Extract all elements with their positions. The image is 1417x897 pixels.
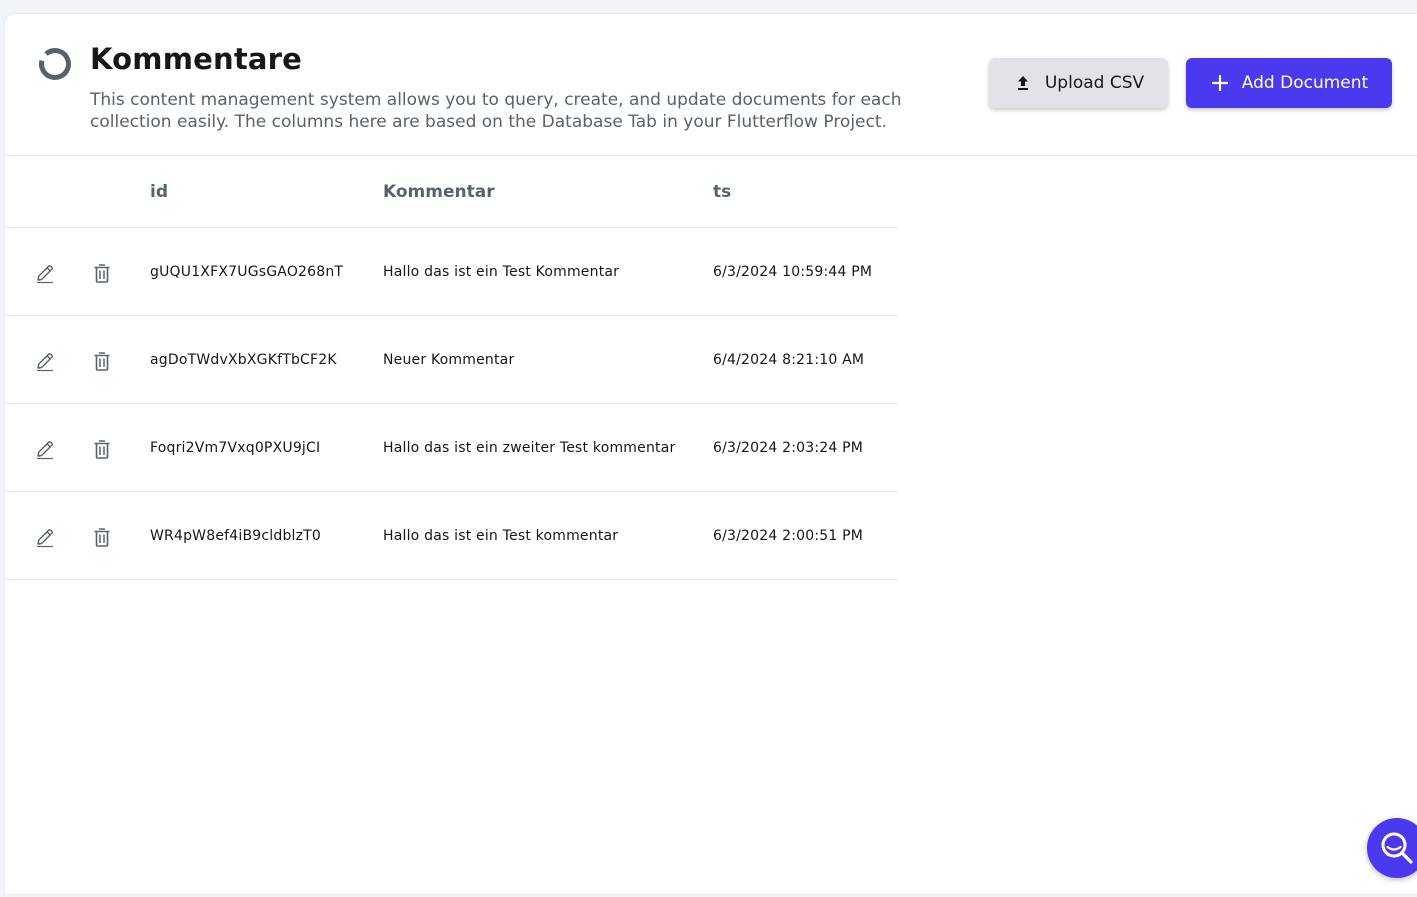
edit-icon[interactable] xyxy=(34,526,56,548)
plus-icon xyxy=(1210,73,1230,93)
table-header: id Kommentar ts xyxy=(5,156,898,228)
upload-csv-label: Upload CSV xyxy=(1044,73,1145,93)
edit-icon[interactable] xyxy=(34,350,56,372)
cell-ts: 6/4/2024 8:21:10 AM xyxy=(713,352,865,368)
cell-kommentar: Hallo das ist ein Test Kommentar xyxy=(383,264,620,280)
trash-icon[interactable] xyxy=(91,526,113,548)
upload-csv-button[interactable]: Upload CSV xyxy=(989,58,1168,108)
page-description: This content management system allows yo… xyxy=(90,90,902,132)
search-icon xyxy=(1381,832,1413,864)
cell-kommentar: Neuer Kommentar xyxy=(383,352,515,368)
table-row[interactable]: WR4pW8ef4iB9cldblzT0 Hallo das ist ein T… xyxy=(5,492,898,580)
trash-icon[interactable] xyxy=(91,438,113,460)
upload-icon xyxy=(1013,73,1033,93)
add-document-button[interactable]: Add Document xyxy=(1186,58,1392,108)
trash-icon[interactable] xyxy=(91,262,113,284)
documents-table: id Kommentar ts gUQU1XFX7UGsGAO268nT Hal… xyxy=(5,156,898,580)
page-header: Kommentare This content management syste… xyxy=(5,14,1417,156)
edit-icon[interactable] xyxy=(34,262,56,284)
column-header-id[interactable]: id xyxy=(150,182,168,202)
table-row[interactable]: agDoTWdvXbXGKfTbCF2K Neuer Kommentar 6/4… xyxy=(5,316,898,404)
cell-id: gUQU1XFX7UGsGAO268nT xyxy=(150,264,344,280)
cell-id: agDoTWdvXbXGKfTbCF2K xyxy=(150,352,337,368)
cell-id: Foqri2Vm7Vxq0PXU9jCI xyxy=(150,440,321,456)
table-row[interactable]: Foqri2Vm7Vxq0PXU9jCI Hallo das ist ein z… xyxy=(5,404,898,492)
cell-ts: 6/3/2024 10:59:44 PM xyxy=(713,264,873,280)
cell-kommentar: Hallo das ist ein Test kommentar xyxy=(383,528,619,544)
add-document-label: Add Document xyxy=(1241,73,1369,93)
loading-circle-icon xyxy=(39,47,71,80)
cell-ts: 6/3/2024 2:03:24 PM xyxy=(713,440,864,456)
cell-id: WR4pW8ef4iB9cldblzT0 xyxy=(150,528,322,544)
trash-icon[interactable] xyxy=(91,350,113,372)
column-header-ts[interactable]: ts xyxy=(713,182,731,202)
column-header-kommentar[interactable]: Kommentar xyxy=(383,182,495,202)
cell-ts: 6/3/2024 2:00:51 PM xyxy=(713,528,864,544)
table-row[interactable]: gUQU1XFX7UGsGAO268nT Hallo das ist ein T… xyxy=(5,228,898,316)
content-card: Kommentare This content management syste… xyxy=(5,14,1417,894)
cell-kommentar: Hallo das ist ein zweiter Test kommentar xyxy=(383,440,676,456)
page-title: Kommentare xyxy=(90,42,303,76)
edit-icon[interactable] xyxy=(34,438,56,460)
